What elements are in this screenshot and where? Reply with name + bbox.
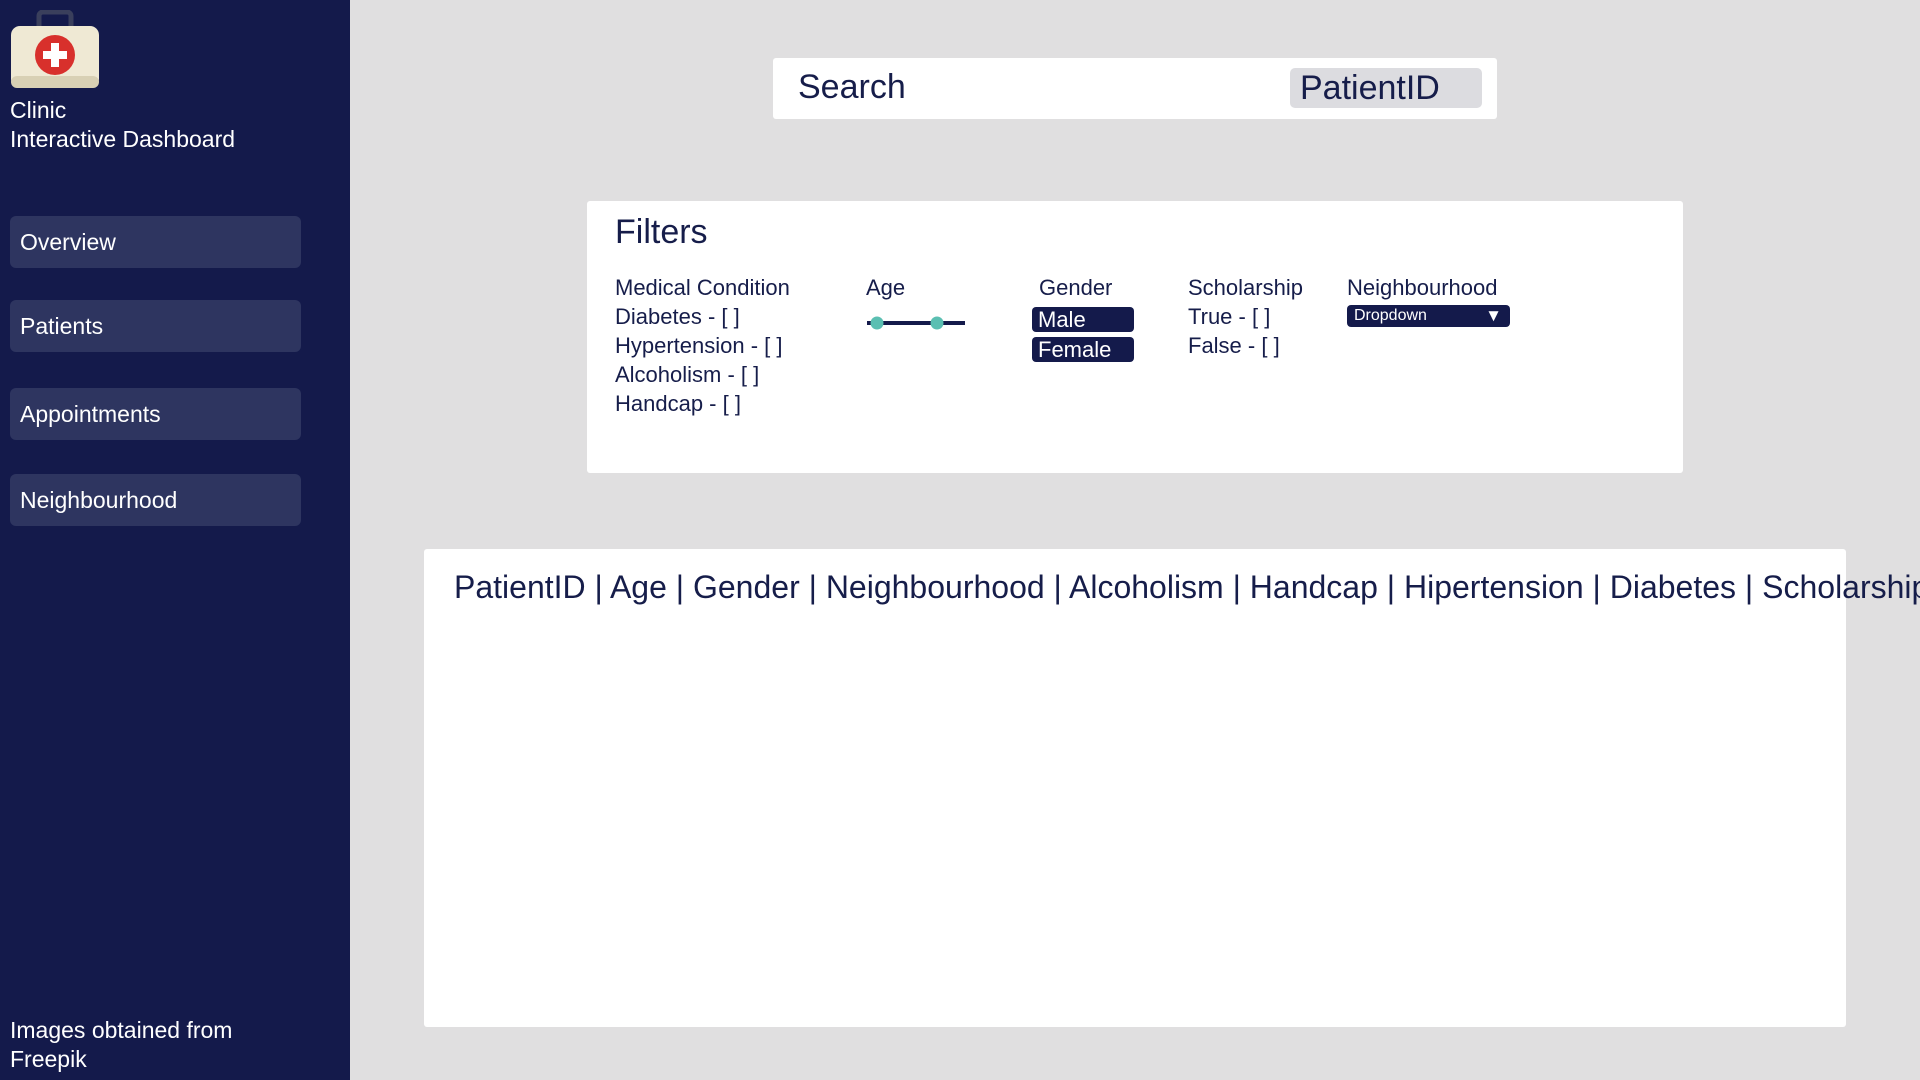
slider-handle-min[interactable] (870, 316, 884, 330)
app-title-line1: Clinic (10, 97, 67, 123)
age-range-slider[interactable] (866, 315, 966, 331)
chevron-down-icon: ▼ (1485, 306, 1502, 325)
age-label: Age (866, 275, 906, 300)
sidebar: Clinic Interactive Dashboard Overview Pa… (0, 0, 350, 1080)
sidebar-item-neighbourhood[interactable]: Neighbourhood (10, 474, 301, 526)
scholarship-true-checkbox[interactable]: True - [ ] (1188, 302, 1303, 331)
table-header: PatientID | Age | Gender | Neighbourhood… (454, 569, 1920, 605)
gender-female-toggle[interactable]: Female (1032, 337, 1134, 362)
patients-table: PatientID | Age | Gender | Neighbourhood… (424, 549, 1920, 1027)
filters-title: Filters (615, 213, 708, 251)
patient-id-search-input[interactable] (1290, 68, 1482, 108)
diabetes-checkbox[interactable]: Diabetes - [ ] (615, 302, 790, 331)
medical-condition-filter: Medical Condition Diabetes - [ ] Hyperte… (615, 273, 790, 418)
gender-male-toggle[interactable]: Male (1032, 307, 1134, 332)
scholarship-false-checkbox[interactable]: False - [ ] (1188, 331, 1303, 360)
gender-filter: Gender (1039, 273, 1112, 302)
sidebar-item-appointments[interactable]: Appointments (10, 388, 301, 440)
neighbourhood-filter: Neighbourhood (1347, 273, 1497, 302)
image-credit: Images obtained from Freepik (10, 1016, 232, 1074)
filters-panel: Filters Medical Condition Diabetes - [ ]… (587, 201, 1683, 473)
search-label: Search (798, 68, 906, 106)
search-bar: Search (773, 58, 1497, 119)
sidebar-item-label: Appointments (20, 400, 161, 427)
neighbourhood-label: Neighbourhood (1347, 275, 1498, 300)
scholarship-label: Scholarship (1188, 275, 1303, 300)
scholarship-filter: Scholarship True - [ ] False - [ ] (1188, 273, 1303, 360)
gender-label: Gender (1039, 275, 1113, 300)
sidebar-item-label: Neighbourhood (20, 486, 178, 513)
handcap-checkbox[interactable]: Handcap - [ ] (615, 389, 790, 418)
neighbourhood-dropdown[interactable]: Dropdown ▼ (1347, 305, 1510, 327)
app-title: Clinic Interactive Dashboard (10, 96, 235, 154)
slider-handle-max[interactable] (930, 316, 944, 330)
medical-condition-label: Medical Condition (615, 275, 790, 300)
medical-kit-icon (10, 9, 100, 90)
sidebar-item-label: Overview (20, 228, 116, 255)
sidebar-item-label: Patients (20, 312, 104, 339)
sidebar-item-patients[interactable]: Patients (10, 300, 301, 352)
alcoholism-checkbox[interactable]: Alcoholism - [ ] (615, 360, 790, 389)
dropdown-value: Dropdown (1354, 307, 1427, 324)
sidebar-item-overview[interactable]: Overview (10, 216, 301, 268)
age-filter: Age (866, 273, 905, 302)
image-credit-line2: Freepik (10, 1046, 87, 1072)
hypertension-checkbox[interactable]: Hypertension - [ ] (615, 331, 790, 360)
image-credit-line1: Images obtained from (10, 1017, 233, 1043)
app-title-line2: Interactive Dashboard (10, 126, 236, 152)
